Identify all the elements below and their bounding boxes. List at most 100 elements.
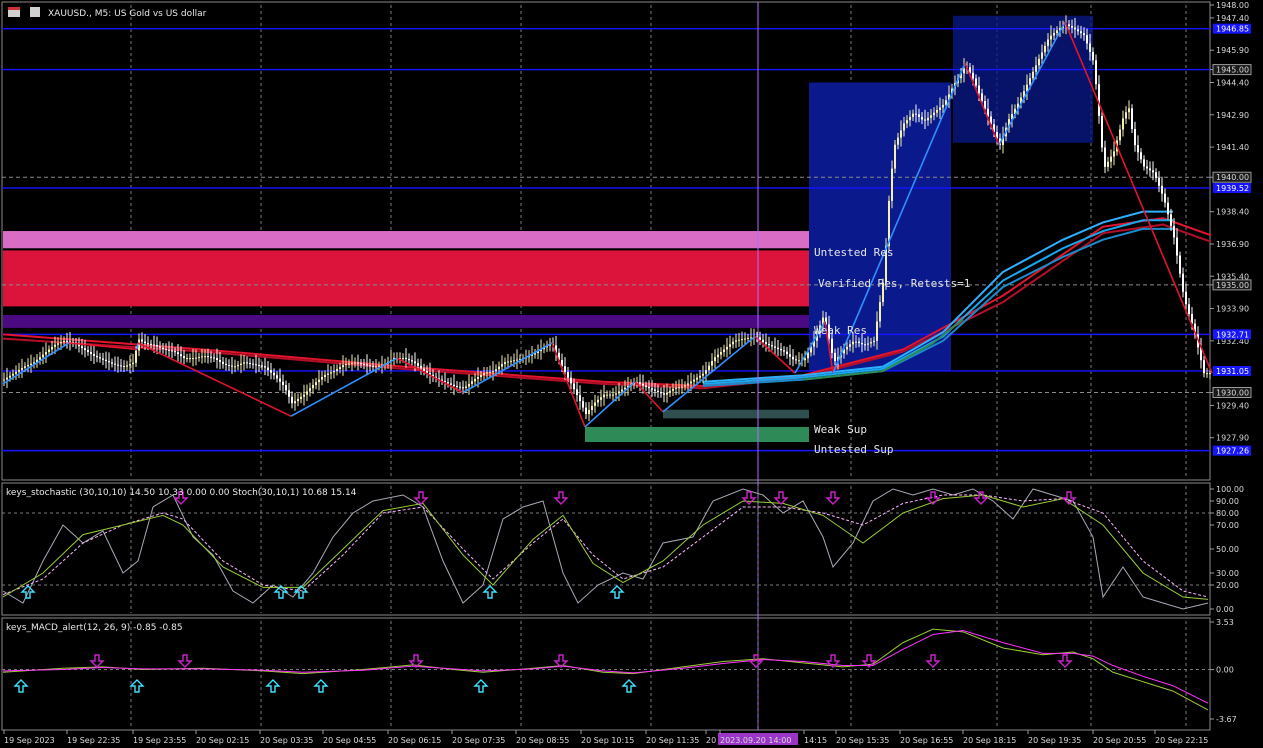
candle-body (231, 365, 233, 367)
main-pane: Untested Res Verified Res, Retests=1 Weak … (2, 2, 1213, 730)
candle-body (450, 383, 452, 385)
candle-body (672, 388, 674, 391)
candle-body (510, 360, 512, 362)
candle-body (666, 392, 668, 395)
candle-body (1038, 58, 1040, 66)
candle-body (720, 352, 722, 355)
candle-body (705, 370, 707, 374)
candle-body (135, 350, 137, 363)
candle-body (1086, 35, 1088, 44)
candle-body (846, 346, 848, 350)
candle-body (1131, 108, 1133, 129)
candle-body (1050, 35, 1052, 40)
candle-body (1041, 52, 1043, 59)
macd-pane (2, 621, 1210, 728)
candle-body (795, 359, 797, 361)
candle-body (207, 356, 209, 358)
candle-body (378, 365, 380, 367)
candle-body (1047, 39, 1049, 46)
candle-body (120, 365, 122, 367)
candle-body (690, 381, 692, 384)
candle-body (468, 383, 470, 387)
time-tick-label: 19 Sep 2023 (4, 736, 55, 745)
candle-body (564, 366, 566, 372)
candle-body (264, 366, 266, 368)
candle-body (501, 364, 503, 367)
candle-body (657, 390, 659, 393)
candle-body (489, 371, 491, 373)
time-tick-label: 20 Sep 02:15 (196, 736, 249, 745)
candle-body (873, 340, 875, 343)
candle-body (1203, 360, 1205, 374)
candle-body (213, 357, 215, 359)
price-tick-label: 1929.40 (1216, 401, 1249, 410)
candle-body (1152, 170, 1154, 173)
candle-body (309, 388, 311, 392)
candle-body (402, 358, 404, 360)
candle-body (732, 341, 734, 345)
candle-body (1044, 45, 1046, 53)
price-tick-label: 1930.00 (1216, 389, 1249, 398)
candle-body (492, 371, 494, 373)
candle-body (939, 107, 941, 111)
candle-body (189, 358, 191, 360)
candle-body (1176, 237, 1178, 256)
candle-body (18, 369, 20, 372)
candle-body (168, 349, 170, 351)
candle-body (1140, 152, 1142, 160)
price-tag-label: 1931.05 (1216, 367, 1249, 376)
candle-body (27, 364, 29, 367)
time-axis: 19 Sep 2023 19 Sep 22:35 19 Sep 23:55 20 Se… (3, 730, 1208, 745)
candle-body (360, 363, 362, 365)
candle-body (798, 360, 800, 362)
candle-body (606, 394, 608, 396)
zigzag-segment (662, 335, 756, 413)
candle-body (609, 394, 611, 396)
candle-body (1113, 151, 1115, 157)
zone-label: Weak Sup (814, 423, 867, 436)
candle-body (165, 349, 167, 351)
candle-body (849, 344, 851, 347)
time-tick-label: 14:15 (804, 736, 827, 745)
zone-0 (3, 231, 809, 249)
candle-body (342, 365, 344, 368)
candle-body (480, 375, 482, 377)
chart-type-icon[interactable] (30, 7, 40, 17)
candle-body (333, 370, 335, 373)
candle-body (417, 363, 419, 366)
stoch-tick-label: 100.00 (1216, 485, 1244, 494)
candle-body (744, 338, 746, 340)
zone-label: Untested Res (814, 246, 893, 259)
trading-chart[interactable]: Untested Res Verified Res, Retests=1 Weak … (0, 0, 1263, 748)
price-tag-label: 1946.85 (1216, 25, 1249, 34)
candle-body (300, 396, 302, 399)
stochastic-pane (2, 486, 1210, 613)
candle-body (1164, 193, 1166, 203)
candle-body (702, 373, 704, 376)
arrow-up-icon (609, 585, 625, 599)
candle-body (312, 384, 314, 389)
stoch-tick-label: 80.00 (1216, 509, 1239, 518)
candle-body (117, 364, 119, 366)
candle-body (108, 361, 110, 363)
candle-body (414, 361, 416, 364)
candle-body (579, 395, 581, 402)
candle-body (195, 357, 197, 359)
candle-body (99, 357, 101, 359)
candle-body (183, 356, 185, 359)
candle-body (942, 104, 944, 108)
candle-body (318, 379, 320, 383)
candle-body (573, 383, 575, 390)
candle-body (963, 68, 965, 74)
candle-body (1137, 145, 1139, 153)
arrow-down-icon (825, 491, 841, 505)
candle-body (96, 355, 98, 358)
zone-label: Weak Res (814, 324, 867, 337)
candle-body (288, 390, 290, 397)
candle-body (1188, 304, 1190, 314)
candle-body (174, 351, 176, 353)
time-tick-label: 20 Sep 20:55 (1093, 736, 1146, 745)
candle-body (201, 356, 203, 358)
candle-body (708, 365, 710, 371)
candle-body (240, 363, 242, 365)
